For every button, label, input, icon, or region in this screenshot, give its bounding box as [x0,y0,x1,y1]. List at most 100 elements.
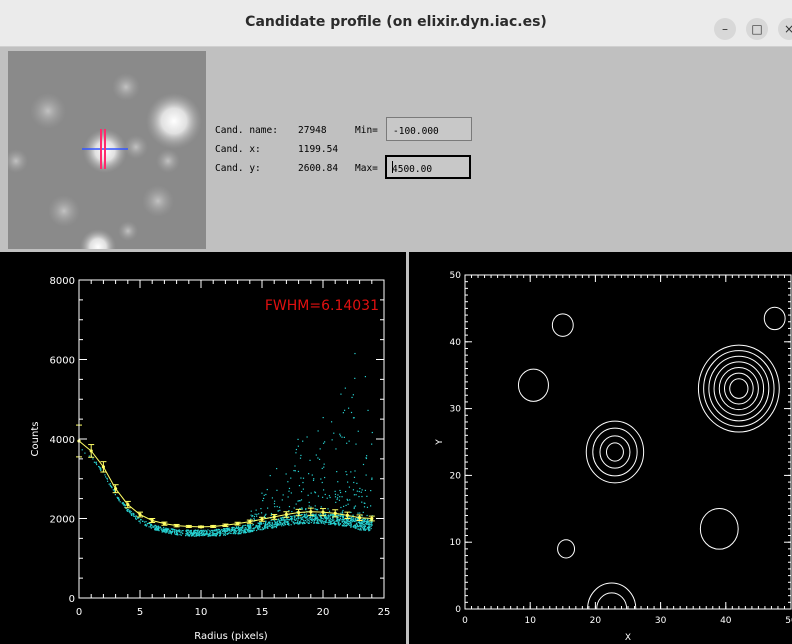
profile-pixel-point [315,513,317,515]
profile-pixel-point [338,520,340,522]
profile-pixel-point [262,499,264,502]
profile-pixel-point [355,526,357,528]
profile-mean-point [101,465,105,469]
profile-pixel-point [338,524,340,526]
profile-pixel-point [223,533,225,535]
profile-pixel-point [270,512,273,515]
contour-x-axis-label: X [625,633,631,643]
max-input[interactable] [385,155,471,179]
profile-pixel-point [324,523,326,525]
profile-pixel-point [335,520,337,523]
profile-pixel-point [218,531,221,533]
profile-pixel-point [350,524,352,526]
profile-pixel-point [359,487,361,490]
profile-pixel-point [346,524,348,526]
profile-pixel-point [148,526,150,528]
profile-pixel-point [191,532,193,534]
profile-pixel-point [270,519,272,522]
profile-pixel-point [224,532,227,534]
profile-pixel-point [158,528,160,530]
profile-pixel-point [244,527,247,529]
profile-pixel-point [334,493,337,495]
profile-pixel-point [319,519,321,521]
profile-pixel-point [117,497,119,499]
profile-pixel-point [329,523,332,525]
min-input[interactable] [386,117,472,141]
profile-pixel-point [339,517,342,520]
profile-pixel-point [144,521,146,523]
profile-pixel-point [358,523,361,525]
contour-line [697,344,780,433]
profile-pixel-point [288,487,291,490]
profile-pixel-point [342,412,344,414]
contour-y-tick-label: 0 [455,605,461,615]
profile-pixel-point [227,533,230,535]
profile-pixel-point [342,519,344,521]
profile-pixel-point [161,531,163,533]
profile-pixel-point [217,531,219,534]
minimize-button[interactable]: – [714,18,736,40]
profile-pixel-point [297,518,299,520]
profile-pixel-point [195,531,197,533]
contour-line [763,306,786,331]
profile-pixel-point [253,527,255,529]
profile-pixel-point [167,528,169,531]
profile-y-tick-label: 8000 [50,276,75,287]
profile-pixel-point [310,506,312,508]
profile-pixel-point [320,518,322,520]
profile-pixel-point [258,522,260,525]
profile-pixel-point [281,523,284,526]
profile-pixel-point [153,525,155,527]
profile-pixel-point [354,505,357,507]
maximize-button[interactable]: □ [746,18,768,40]
profile-pixel-point [212,534,214,536]
profile-pixel-point [350,516,352,519]
profile-pixel-point [309,516,312,518]
profile-pixel-point [314,508,316,510]
profile-pixel-point [302,481,304,484]
profile-pixel-point [114,494,116,496]
profile-pixel-point [339,489,341,492]
profile-pixel-point [145,525,147,527]
profile-pixel-point [327,508,329,510]
profile-pixel-point [351,396,353,399]
profile-pixel-point [360,524,362,526]
close-button[interactable]: × [778,18,792,40]
profile-pixel-point [267,527,269,529]
profile-pixel-point [330,421,333,423]
profile-pixel-point [312,518,314,520]
profile-pixel-point [133,513,135,515]
profile-pixel-point [344,525,346,527]
profile-pixel-point [214,530,216,532]
profile-pixel-point [347,499,349,501]
profile-pixel-point [339,496,341,498]
profile-pixel-point [313,478,315,480]
profile-pixel-point [353,519,355,521]
profile-pixel-point [271,497,274,499]
profile-pixel-point [352,394,354,396]
profile-pixel-point [341,511,344,513]
profile-pixel-point [221,529,223,531]
profile-pixel-point [264,514,266,516]
profile-pixel-point [352,518,354,520]
profile-pixel-point [202,534,204,536]
contour-line [718,367,759,411]
profile-pixel-point [226,528,228,530]
fwhm-annotation: FWHM=6.14031 [265,298,379,314]
profile-pixel-point [302,440,304,442]
profile-pixel-point [233,526,235,529]
profile-pixel-point [306,521,308,523]
profile-pixel-point [371,524,373,526]
profile-pixel-point [360,523,362,525]
profile-pixel-point [358,495,360,498]
profile-pixel-point [354,518,356,521]
profile-pixel-point [357,525,360,527]
profile-pixel-point [160,526,162,529]
contour-y-tick-label: 20 [450,471,462,481]
profile-pixel-point [308,501,310,504]
profile-pixel-point [264,527,266,529]
profile-pixel-point [263,494,265,496]
profile-pixel-point [341,496,343,498]
profile-pixel-point [230,532,232,534]
profile-pixel-point [200,531,202,534]
